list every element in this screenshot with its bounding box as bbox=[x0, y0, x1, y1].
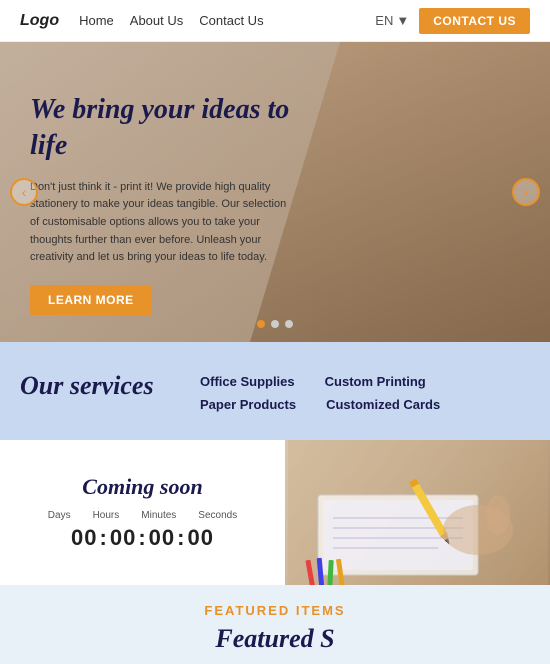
timer-label-minutes: Minutes bbox=[141, 510, 176, 521]
hero-dot-3[interactable] bbox=[285, 320, 293, 328]
learn-more-button[interactable]: LEARN MORE bbox=[30, 285, 152, 315]
hero-dots bbox=[257, 320, 293, 328]
timer-sep-2: : bbox=[138, 525, 146, 551]
hero-title: We bring your ideas to life bbox=[30, 92, 290, 165]
contact-button[interactable]: CONTACT US bbox=[419, 8, 530, 34]
services-links: Office Supplies Custom Printing Paper Pr… bbox=[200, 370, 530, 412]
hero-next-arrow[interactable]: › bbox=[512, 178, 540, 206]
coming-soon-image bbox=[285, 440, 550, 585]
timer-sep-3: : bbox=[177, 525, 185, 551]
hero-dot-2[interactable] bbox=[271, 320, 279, 328]
nav-left: Logo Home About Us Contact Us bbox=[20, 12, 264, 30]
services-title: Our services bbox=[20, 370, 180, 401]
services-section: Our services Office Supplies Custom Prin… bbox=[0, 342, 550, 440]
chevron-down-icon: ▼ bbox=[396, 13, 409, 28]
nav-about[interactable]: About Us bbox=[130, 13, 183, 28]
featured-section: FEATURED ITEMS Featured S bbox=[0, 585, 550, 664]
nav-links: Home About Us Contact Us bbox=[79, 13, 263, 28]
hero-prev-arrow[interactable]: ‹ bbox=[10, 178, 38, 206]
language-selector[interactable]: EN ▼ bbox=[375, 13, 409, 28]
hero-section: ‹ We bring your ideas to life Don't just… bbox=[0, 42, 550, 342]
timer-label-hours: Hours bbox=[93, 510, 120, 521]
hero-description: Don't just think it - print it! We provi… bbox=[30, 179, 290, 267]
nav-contact[interactable]: Contact Us bbox=[199, 13, 263, 28]
timer-seconds: 00 bbox=[187, 525, 213, 551]
timer-days: 00 bbox=[71, 525, 97, 551]
nav-home[interactable]: Home bbox=[79, 13, 114, 28]
timer-hours: 00 bbox=[110, 525, 136, 551]
timer-labels: Days Hours Minutes Seconds bbox=[48, 510, 237, 521]
coming-soon-section: Coming soon Days Hours Minutes Seconds 0… bbox=[0, 440, 550, 585]
service-paper-products[interactable]: Paper Products bbox=[200, 397, 296, 412]
coming-soon-left: Coming soon Days Hours Minutes Seconds 0… bbox=[0, 440, 285, 585]
coming-soon-title: Coming soon bbox=[82, 474, 202, 500]
timer-sep-1: : bbox=[100, 525, 108, 551]
service-office-supplies[interactable]: Office Supplies bbox=[200, 374, 295, 389]
lang-label: EN bbox=[375, 13, 393, 28]
logo: Logo bbox=[20, 12, 59, 30]
timer-label-days: Days bbox=[48, 510, 71, 521]
service-customized-cards[interactable]: Customized Cards bbox=[326, 397, 440, 412]
featured-label: FEATURED ITEMS bbox=[20, 603, 530, 618]
timer-label-seconds: Seconds bbox=[198, 510, 237, 521]
nav-right: EN ▼ CONTACT US bbox=[375, 8, 530, 34]
service-custom-printing[interactable]: Custom Printing bbox=[325, 374, 426, 389]
hero-content: We bring your ideas to life Don't just t… bbox=[0, 42, 320, 335]
drawing-decoration bbox=[285, 440, 550, 585]
navbar: Logo Home About Us Contact Us EN ▼ CONTA… bbox=[0, 0, 550, 42]
timer-display: 00 : 00 : 00 : 00 bbox=[71, 525, 214, 551]
timer-minutes: 00 bbox=[149, 525, 175, 551]
featured-title: Featured S bbox=[20, 624, 530, 654]
hero-dot-1[interactable] bbox=[257, 320, 265, 328]
